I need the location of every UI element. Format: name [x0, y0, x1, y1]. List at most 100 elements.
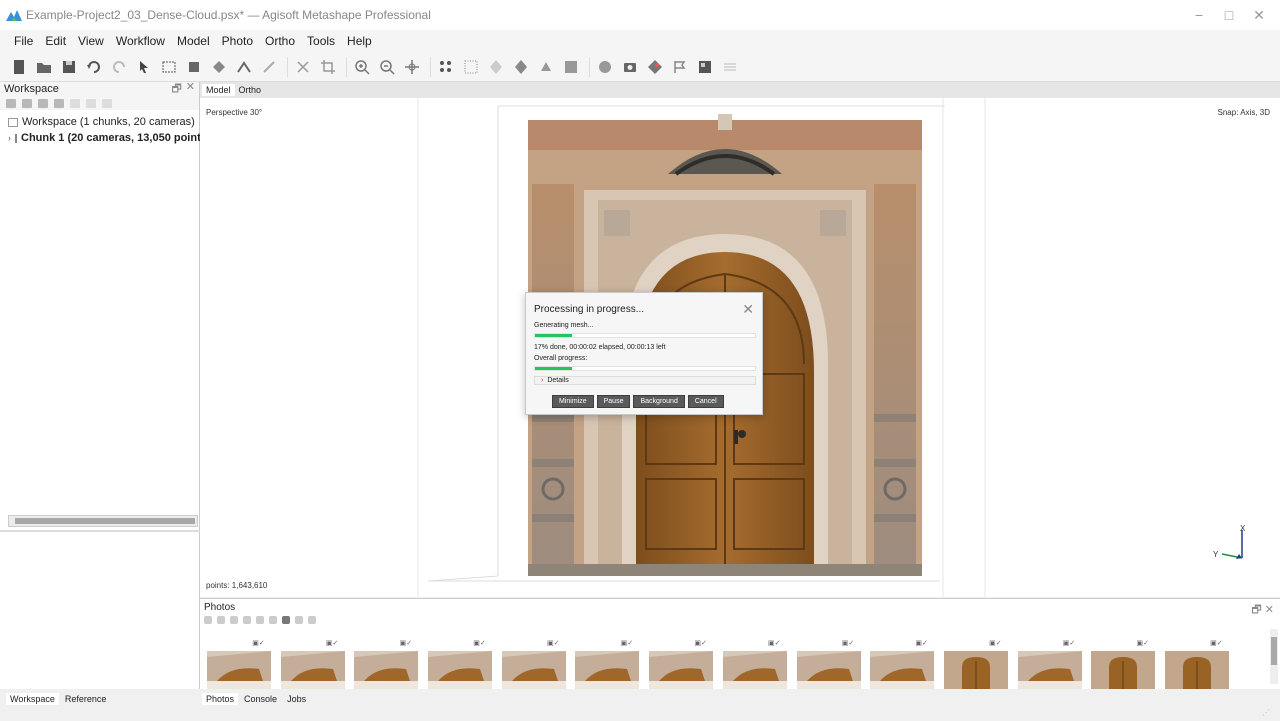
tab-workspace[interactable]: Workspace — [6, 693, 59, 705]
reset-filter-icon[interactable] — [269, 616, 277, 624]
texture-icon[interactable] — [510, 56, 532, 78]
photo-thumbnail[interactable]: ▣✓ — [721, 639, 795, 689]
photo-thumbnail[interactable]: ▣✓ — [1163, 639, 1237, 689]
tab-jobs[interactable]: Jobs — [283, 693, 310, 705]
close-window-button[interactable]: ✕ — [1244, 0, 1274, 30]
pause-button[interactable]: Pause — [596, 395, 631, 408]
float-photos-icon[interactable]: 🗗 — [1251, 604, 1261, 616]
background-button[interactable]: Background — [633, 395, 685, 408]
dense-cloud-icon[interactable] — [460, 56, 482, 78]
remove-camera-icon[interactable] — [230, 616, 238, 624]
cancel-button[interactable]: Cancel — [687, 395, 724, 408]
rectangle-selection-icon[interactable] — [158, 56, 180, 78]
add-marker-icon[interactable] — [54, 98, 64, 108]
save-icon[interactable] — [58, 56, 80, 78]
photo-thumbnail[interactable]: ▣✓ — [279, 639, 353, 689]
undo-icon[interactable] — [83, 56, 105, 78]
expand-arrow-icon[interactable]: › — [8, 133, 11, 143]
rotate-region-icon[interactable] — [208, 56, 230, 78]
rotate-right-icon[interactable] — [256, 616, 264, 624]
photo-thumbnail[interactable]: ▣✓ — [573, 639, 647, 689]
dem-icon[interactable] — [560, 56, 582, 78]
photo-thumbnail[interactable]: ▣✓ — [352, 639, 426, 689]
tab-model[interactable]: Model — [202, 84, 235, 96]
tab-reference[interactable]: Reference — [61, 693, 111, 705]
menu-help[interactable]: Help — [347, 34, 372, 48]
tiled-model-icon[interactable] — [535, 56, 557, 78]
view-mode-icon[interactable] — [282, 616, 290, 624]
photos-scrollbar[interactable] — [1270, 629, 1278, 684]
enable-camera-icon[interactable] — [204, 616, 212, 624]
menu-photo[interactable]: Photo — [222, 34, 253, 48]
minimize-dialog-button[interactable]: Minimize — [552, 395, 594, 408]
tree-workspace-label: Workspace (1 chunks, 20 cameras) — [22, 116, 195, 128]
photo-thumbnail[interactable]: ▣✓ — [1016, 639, 1090, 689]
redo-icon[interactable] — [108, 56, 130, 78]
delete-selection-icon[interactable] — [292, 56, 314, 78]
orthophoto-icon[interactable] — [694, 56, 716, 78]
rotate-left-icon[interactable] — [243, 616, 251, 624]
menu-workflow[interactable]: Workflow — [116, 34, 165, 48]
ruler-icon[interactable] — [233, 56, 255, 78]
tab-photos[interactable]: Photos — [202, 693, 239, 705]
menu-edit[interactable]: Edit — [45, 34, 66, 48]
add-folder-icon[interactable] — [38, 98, 48, 108]
show-cameras-icon[interactable] — [619, 56, 641, 78]
add-chunk-icon[interactable] — [6, 98, 16, 108]
mesh-icon[interactable] — [485, 56, 507, 78]
sort-icon[interactable] — [295, 616, 303, 624]
shapes-icon[interactable] — [594, 56, 616, 78]
menu-ortho[interactable]: Ortho — [265, 34, 295, 48]
workspace-divider[interactable] — [0, 530, 200, 532]
draw-polyline-icon[interactable] — [258, 56, 280, 78]
zoom-out-icon[interactable] — [376, 56, 398, 78]
photo-thumbnail[interactable]: ▣✓ — [1089, 639, 1163, 689]
photo-image — [354, 651, 419, 689]
move-object-icon[interactable] — [401, 56, 423, 78]
photo-aligned-badge: ▣✓ — [1210, 640, 1223, 647]
minimize-button[interactable]: − — [1184, 0, 1214, 30]
zoom-in-icon[interactable] — [351, 56, 373, 78]
menu-view[interactable]: View — [78, 34, 104, 48]
tab-ortho[interactable]: Ortho — [235, 84, 266, 96]
tree-workspace[interactable]: Workspace (1 chunks, 20 cameras) — [0, 114, 199, 130]
photo-thumbnail[interactable]: ▣✓ — [426, 639, 500, 689]
resize-grip-icon[interactable]: ⋰ — [1262, 708, 1270, 717]
photo-thumbnails: ▣✓ ▣✓ ▣✓ ▣✓ ▣✓ ▣✓ ▣✓ ▣✓ ▣✓ ▣✓ ▣✓ ▣✓ ▣✓ ▣✓ — [205, 639, 1237, 689]
point-cloud-icon[interactable] — [435, 56, 457, 78]
dialog-close-icon[interactable]: ✕ — [742, 301, 754, 318]
navigate-arrow-icon[interactable] — [133, 56, 155, 78]
open-folder-icon[interactable] — [33, 56, 55, 78]
workspace-horizontal-scrollbar[interactable] — [8, 515, 198, 527]
photo-thumbnail[interactable]: ▣✓ — [205, 639, 279, 689]
details-expander[interactable]: › Details — [534, 376, 756, 385]
new-file-icon[interactable] — [8, 56, 30, 78]
step-progress-fill — [535, 334, 573, 337]
show-markers-icon[interactable] — [644, 56, 666, 78]
menu-tools[interactable]: Tools — [307, 34, 335, 48]
close-pane-icon[interactable]: ✕ — [186, 80, 195, 99]
thumbnail-size-icon[interactable] — [308, 616, 316, 624]
maximize-button[interactable]: □ — [1214, 0, 1244, 30]
disable-icon[interactable] — [86, 98, 96, 108]
menu-model[interactable]: Model — [177, 34, 210, 48]
menu-file[interactable]: File — [14, 34, 33, 48]
add-photos-icon[interactable] — [22, 98, 32, 108]
tree-chunk[interactable]: › Chunk 1 (20 cameras, 13,050 points) — [0, 130, 211, 146]
float-pane-icon[interactable]: 🗗 — [171, 80, 181, 99]
enable-icon[interactable] — [70, 98, 80, 108]
photo-image — [796, 651, 861, 689]
photo-thumbnail[interactable]: ▣✓ — [868, 639, 942, 689]
grid-icon[interactable] — [719, 56, 741, 78]
crop-selection-icon[interactable] — [317, 56, 339, 78]
photo-thumbnail[interactable]: ▣✓ — [795, 639, 869, 689]
close-photos-icon[interactable]: ✕ — [1265, 604, 1274, 616]
photo-thumbnail[interactable]: ▣✓ — [647, 639, 721, 689]
remove-icon[interactable] — [102, 98, 112, 108]
photo-thumbnail[interactable]: ▣✓ — [942, 639, 1016, 689]
photo-thumbnail[interactable]: ▣✓ — [500, 639, 574, 689]
show-images-icon[interactable] — [669, 56, 691, 78]
tab-console[interactable]: Console — [240, 693, 281, 705]
disable-camera-icon[interactable] — [217, 616, 225, 624]
resize-region-icon[interactable] — [183, 56, 205, 78]
